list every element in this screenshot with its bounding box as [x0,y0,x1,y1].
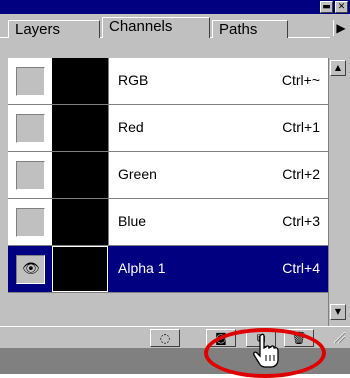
channel-row-rgb[interactable]: RGB Ctrl+~ [8,58,328,105]
channel-shortcut: Ctrl+3 [282,213,320,229]
channel-shortcut: Ctrl+1 [282,119,320,135]
trash-icon: 🗑 [291,331,307,345]
channel-name: RGB [118,72,149,88]
close-icon[interactable]: ✕ [335,1,348,13]
minimize-icon[interactable]: ▬ [320,1,333,13]
visibility-toggle[interactable]: 👁 [16,255,45,284]
channel-row-blue[interactable]: Blue Ctrl+3 [8,199,328,246]
palette-bottom-bar: ◌ ◙ ⧉ 🗑 [0,326,350,348]
dotted-circle-icon: ◌ [159,331,171,345]
channel-thumbnail [52,199,109,245]
channel-name: Red [118,119,144,135]
channel-shortcut: Ctrl+4 [282,260,320,276]
delete-channel-button[interactable]: 🗑 [284,329,314,347]
channel-name: Blue [118,213,147,229]
channel-thumbnail [52,246,108,292]
mask-icon: ◙ [215,331,227,345]
channel-name: Green [118,166,157,182]
visibility-toggle[interactable] [16,67,45,96]
resize-grip-icon[interactable] [332,330,346,344]
visibility-toggle[interactable] [16,208,45,237]
channel-shortcut: Ctrl+2 [282,166,320,182]
palette-menu-arrow-icon[interactable]: ▶ [333,20,348,36]
channel-thumbnail [52,105,109,151]
tab-layers[interactable]: Layers [8,20,100,38]
vertical-scrollbar[interactable]: ▲ ▼ [328,58,348,326]
channel-row-red[interactable]: Red Ctrl+1 [8,105,328,152]
channel-thumbnail [52,152,109,198]
eye-icon: 👁 [22,261,40,277]
channel-name: Alpha 1 [118,260,166,276]
tab-channels[interactable]: Channels [102,17,210,38]
visibility-toggle[interactable] [16,114,45,143]
visibility-toggle[interactable] [16,161,45,190]
channel-row-green[interactable]: Green Ctrl+2 [8,152,328,199]
tab-paths[interactable]: Paths [212,20,288,38]
scroll-up-icon[interactable]: ▲ [330,60,346,76]
load-selection-button[interactable]: ◌ [150,329,180,347]
status-area [0,348,350,374]
hand-cursor-icon [253,333,279,368]
scroll-down-icon[interactable]: ▼ [330,304,346,320]
palette-titlebar[interactable]: ▬ ✕ [0,0,350,14]
channel-shortcut: Ctrl+~ [281,72,320,88]
channel-list: RGB Ctrl+~ Red Ctrl+1 Green Ctrl+2 Blue … [8,58,328,310]
save-selection-button[interactable]: ◙ [206,329,236,347]
channel-thumbnail [52,58,109,104]
channel-row-alpha-1[interactable]: 👁 Alpha 1 Ctrl+4 [8,246,328,293]
channels-palette: ▬ ✕ Layers Channels Paths ▶ RGB Ctrl+~ R… [0,0,350,378]
